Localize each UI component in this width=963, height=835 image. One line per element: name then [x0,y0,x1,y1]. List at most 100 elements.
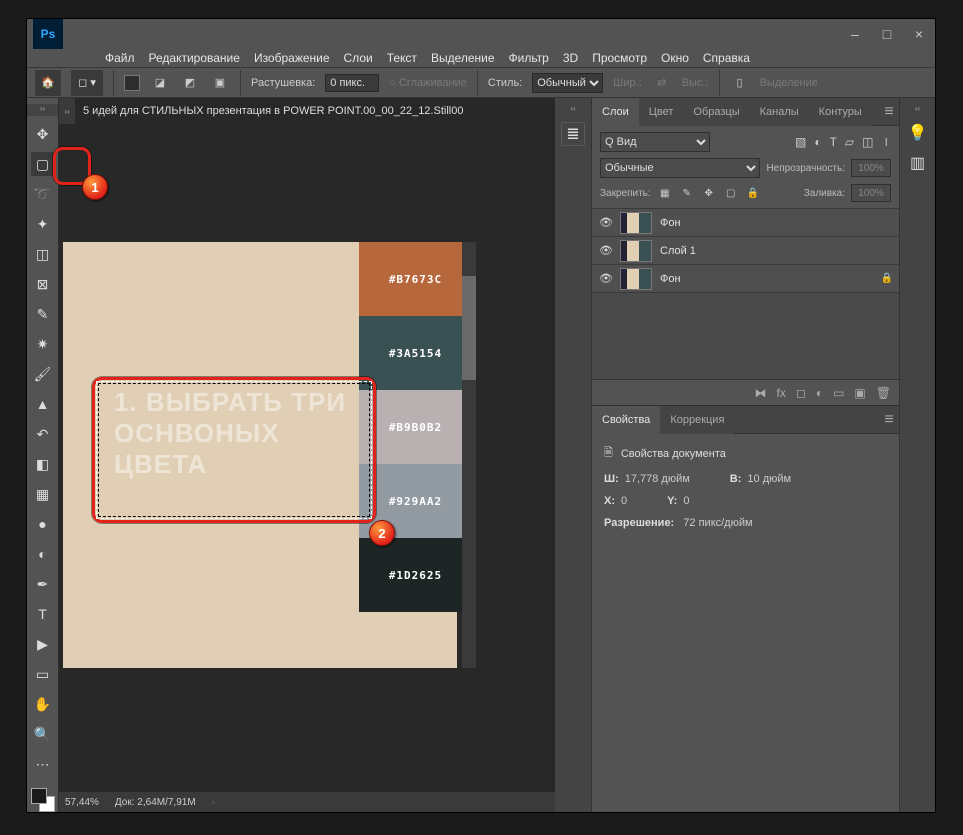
status-chevron-icon[interactable]: › [212,797,215,808]
lock-pixels-icon[interactable]: ▦ [657,188,673,199]
type-tool[interactable]: T [31,602,55,626]
menu-image[interactable]: Изображение [254,51,330,65]
select-mask-icon[interactable]: ▯ [730,73,750,93]
menu-help[interactable]: Справка [703,51,750,65]
zoom-tool[interactable]: 🔍 [31,722,55,746]
canvas-scrollbar[interactable] [462,242,476,668]
group-icon[interactable]: ▭ [833,386,844,400]
filter-toggle[interactable]: ⏽ [882,135,892,150]
tab-properties[interactable]: Свойства [592,406,660,434]
pen-tool[interactable]: ✒ [31,572,55,596]
panel-menu-icon[interactable]: ≡ [879,411,899,429]
magic-wand-tool[interactable]: ✦ [31,212,55,236]
filter-pixel-icon[interactable]: ▧ [795,135,806,150]
menu-filter[interactable]: Фильтр [509,51,549,65]
tool-palette-expand[interactable]: ›› [27,104,58,116]
menu-layers[interactable]: Слои [344,51,373,65]
learn-panel-icon[interactable]: 💡 [907,122,929,144]
hand-tool[interactable]: ✋ [31,692,55,716]
lock-position-icon[interactable]: ✎ [679,188,695,199]
link-layers-icon[interactable]: ⧓ [755,386,767,400]
menu-3d[interactable]: 3D [563,51,578,65]
new-layer-icon[interactable]: ▣ [854,386,865,400]
panel-menu-icon[interactable]: ≡ [879,103,899,121]
layer-name[interactable]: Фон [660,273,681,285]
adjustment-icon[interactable]: ◐ [816,386,823,400]
window-maximize-button[interactable]: □ [871,19,903,49]
menu-text[interactable]: Текст [387,51,417,65]
lock-all-icon[interactable]: 🔒 [745,188,761,199]
layer-filter-select[interactable]: Q Вид [600,132,710,152]
menu-edit[interactable]: Редактирование [149,51,240,65]
blend-mode-select[interactable]: Обычные [600,158,760,178]
doc-tab-expand[interactable]: ›› [59,98,75,124]
style-select[interactable]: Обычный [532,73,603,93]
window-minimize-button[interactable]: – [839,19,871,49]
edit-toolbar[interactable]: ⋯ [31,752,55,776]
home-button[interactable]: 🏠 [35,70,61,96]
current-tool-indicator[interactable]: ◻ ▾ [71,70,103,96]
fill-input[interactable] [851,184,891,202]
frame-tool[interactable]: ⊠ [31,272,55,296]
dodge-tool[interactable]: ◐ [31,542,55,566]
menu-file[interactable]: Файл [105,51,135,65]
menu-window[interactable]: Окно [661,51,689,65]
visibility-toggle-icon[interactable]: 👁 [592,272,620,285]
opacity-input[interactable] [851,159,891,177]
layer-name[interactable]: Фон [660,217,681,229]
history-brush-tool[interactable]: ↶ [31,422,55,446]
lock-artboard-icon[interactable]: ▢ [723,188,739,199]
eraser-tool[interactable]: ◧ [31,452,55,476]
layer-thumbnail[interactable] [620,212,652,234]
strip-collapse-icon[interactable]: ‹‹ [915,104,920,114]
filter-type-icon[interactable]: T [830,135,837,150]
layer-thumbnail[interactable] [620,240,652,262]
visibility-toggle-icon[interactable]: 👁 [592,244,620,257]
layer-item[interactable]: 👁 Фон [592,209,899,237]
lasso-tool[interactable]: ➰ [31,182,55,206]
foreground-color[interactable] [31,788,47,804]
marquee-tool[interactable]: ▢ [31,152,55,176]
tab-swatches[interactable]: Образцы [683,98,749,126]
blur-tool[interactable]: ● [31,512,55,536]
layer-item[interactable]: 👁 Слой 1 [592,237,899,265]
crop-tool[interactable]: ◫ [31,242,55,266]
lock-image-icon[interactable]: ✥ [701,188,717,199]
selection-new-icon[interactable] [124,75,140,91]
menu-view[interactable]: Просмотр [592,51,647,65]
selection-intersect-icon[interactable]: ▣ [210,73,230,93]
selection-add-icon[interactable]: ◪ [150,73,170,93]
brush-tool[interactable]: 🖌 [31,362,55,386]
healing-tool[interactable]: ✷ [31,332,55,356]
gradient-tool[interactable]: ▦ [31,482,55,506]
layer-thumbnail[interactable] [620,268,652,290]
window-close-button[interactable]: × [903,19,935,49]
color-swatch[interactable] [31,788,55,812]
document-tab[interactable]: 5 идей для СТИЛЬНЫХ презентация в POWER … [75,98,555,124]
tab-channels[interactable]: Каналы [750,98,809,126]
tab-layers[interactable]: Слои [592,98,639,126]
filter-shape-icon[interactable]: ▱ [845,135,854,150]
move-tool[interactable]: ✥ [31,122,55,146]
trash-icon[interactable]: 🗑 [876,386,891,400]
path-select-tool[interactable]: ▶ [31,632,55,656]
scrollbar-thumb[interactable] [462,276,476,380]
tab-adjustments[interactable]: Коррекция [660,406,734,434]
filter-adjustment-icon[interactable]: ◐ [814,135,821,150]
mask-icon[interactable]: ◻ [796,386,806,400]
menu-select[interactable]: Выделение [431,51,495,65]
tab-paths[interactable]: Контуры [809,98,872,126]
feather-input[interactable] [325,74,379,92]
stamp-tool[interactable]: ▲ [31,392,55,416]
layer-name[interactable]: Слой 1 [660,245,696,257]
tab-color[interactable]: Цвет [639,98,684,126]
filter-smart-icon[interactable]: ◫ [862,135,873,150]
visibility-toggle-icon[interactable]: 👁 [592,216,620,229]
fx-icon[interactable]: fx [777,386,786,400]
shape-tool[interactable]: ▭ [31,662,55,686]
dock-collapse-icon[interactable]: ‹‹ [570,104,575,114]
history-panel-icon[interactable]: ≣ [561,122,585,146]
layer-item[interactable]: 👁 Фон 🔒 [592,265,899,293]
eyedropper-tool[interactable]: ✎ [31,302,55,326]
zoom-level[interactable]: 57,44% [65,797,99,808]
